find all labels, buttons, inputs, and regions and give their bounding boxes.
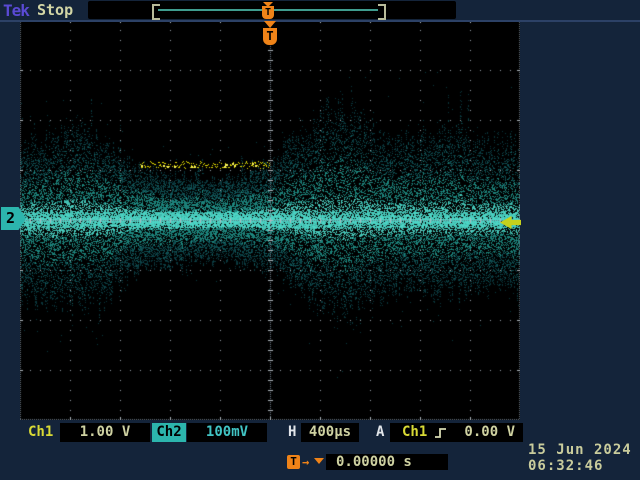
rising-edge-icon [433,426,449,440]
record-trigger-t-icon: T [262,6,274,19]
top-status-bar: Tek Stop T [0,0,640,22]
ch1-readout-label: Ch1 [28,423,53,442]
waveform-canvas [20,20,520,420]
tek-logo: Tek [3,1,29,20]
trigger-time-value: 0.00000 s [326,454,448,470]
ch2-readout-label: Ch2 [152,423,186,442]
graticule [20,20,520,420]
ch2-scale-readout: 100mV [187,423,267,442]
record-view-left-bracket-icon [152,4,160,20]
trigger-position-flag-icon: T [263,28,277,45]
horizontal-readout-label: H [288,423,296,442]
triangle-down-icon [314,458,324,464]
trigger-level-readout: 0.00 V [464,423,515,442]
record-view-right-bracket-icon [378,4,386,20]
trigger-mode-label: A [376,423,384,442]
time-label: 06:32:46 [528,458,603,474]
record-view-box: T [88,1,456,19]
trigger-readout-box: Ch1 0.00 V [390,423,523,442]
date-label: 15 Jun 2024 [528,442,632,458]
trigger-time-t-icon: T [287,455,300,469]
ch1-scale-readout: 1.00 V [60,423,150,442]
arrow-right-icon: → [302,454,309,470]
horizontal-scale-readout: 400µs [301,423,359,442]
acquisition-status: Stop [37,1,73,19]
trigger-position-arrow-icon [264,21,276,28]
trigger-source-label: Ch1 [402,423,427,442]
oscilloscope-screen: Tek Stop T T 2 Ch1 1.00 V Ch2 100mV H 40… [0,0,640,480]
